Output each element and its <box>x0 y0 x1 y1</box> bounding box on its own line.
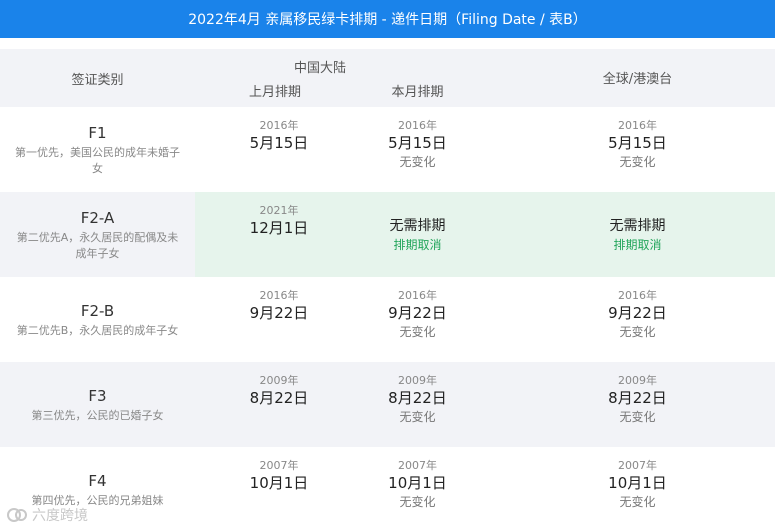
change-note: 无变化 <box>399 325 436 339</box>
category-cell: F2-A 第二优先A，永久居民的配偶及未成年子女 <box>0 192 195 277</box>
year: 2021年 <box>259 204 299 217</box>
watermark-text: 六度跨境 <box>32 508 88 524</box>
category-description: 第二优先A，永久居民的配偶及未成年子女 <box>16 230 179 260</box>
change-note: 无变化 <box>399 495 436 509</box>
year: 2007年 <box>259 459 299 472</box>
category-cell: F1 第一优先，美国公民的成年未婚子女 <box>0 107 195 192</box>
year: 2016年 <box>618 289 657 302</box>
year: 2009年 <box>618 374 657 387</box>
logo-icon <box>6 507 28 523</box>
this-month-cell: 2016年 9月22日 无变化 <box>355 277 480 362</box>
this-month-cell: 2016年 5月15日 无变化 <box>355 107 480 192</box>
month-day: 9月22日 <box>388 304 447 322</box>
table-header: 签证类别 中国大陆 上月排期 本月排期 全球/港澳台 <box>0 49 775 107</box>
year: 2007年 <box>618 459 657 472</box>
category-cell: F3 第三优先，公民的已婚子女 <box>0 362 195 447</box>
month-day: 8月22日 <box>388 389 447 407</box>
watermark: 六度跨境 <box>6 505 88 525</box>
change-note: 无变化 <box>619 495 656 509</box>
year: 2009年 <box>259 374 299 387</box>
category-name: F2-A <box>80 208 115 227</box>
last-month-cell: 2021年 12月1日 <box>195 192 363 277</box>
this-month-cell: 2007年 10月1日 无变化 <box>355 447 480 530</box>
category-name: F3 <box>88 386 107 405</box>
year: 2016年 <box>259 289 299 302</box>
global-cell: 2007年 10月1日 无变化 <box>480 447 775 530</box>
year: 2016年 <box>618 119 657 132</box>
change-note: 无变化 <box>399 410 436 424</box>
last-month-cell: 2009年 8月22日 <box>195 362 363 447</box>
global-cell: 2016年 5月15日 无变化 <box>480 107 775 192</box>
backlog-cancelled-text: 排期取消 <box>393 237 442 252</box>
year: 2016年 <box>398 289 437 302</box>
table-row: F2-B 第二优先B，永久居民的成年子女 2016年 9月22日 2016年 9… <box>0 277 775 362</box>
change-note: 无变化 <box>399 155 436 169</box>
month-day: 5月15日 <box>608 134 667 152</box>
year: 2016年 <box>398 119 437 132</box>
category-description: 第一优先，美国公民的成年未婚子女 <box>15 145 180 175</box>
month-day: 9月22日 <box>249 304 309 322</box>
category-description: 第三优先，公民的已婚子女 <box>31 408 164 422</box>
month-day: 10月1日 <box>388 474 447 492</box>
year: 2016年 <box>259 119 299 132</box>
category-name: F4 <box>88 471 107 490</box>
table-row: F3 第三优先，公民的已婚子女 2009年 8月22日 2009年 8月22日 … <box>0 362 775 447</box>
month-day: 12月1日 <box>249 219 309 237</box>
month-day: 10月1日 <box>249 474 309 492</box>
last-month-cell: 2016年 9月22日 <box>195 277 363 362</box>
category-description: 第二优先B，永久居民的成年子女 <box>16 323 179 337</box>
page-title: 2022年4月 亲属移民绿卡排期 - 递件日期（Filing Date / 表B… <box>0 0 775 38</box>
last-month-header: 上月排期 <box>248 85 301 100</box>
global-header: 全球/港澳台 <box>602 72 673 87</box>
month-day: 5月15日 <box>388 134 447 152</box>
last-month-cell: 2016年 5月15日 <box>195 107 363 192</box>
category-header: 签证类别 <box>71 72 124 88</box>
month-day: 8月22日 <box>249 389 309 407</box>
table-row: F1 第一优先，美国公民的成年未婚子女 2016年 5月15日 2016年 5月… <box>0 107 775 192</box>
year: 2007年 <box>398 459 437 472</box>
table-row: F4 第四优先，公民的兄弟姐妹 2007年 10月1日 2007年 10月1日 … <box>0 447 775 530</box>
category-name: F2-B <box>80 301 115 320</box>
change-note: 无变化 <box>619 325 656 339</box>
change-note: 无变化 <box>619 410 656 424</box>
backlog-cancelled-text: 排期取消 <box>613 237 662 252</box>
no-backlog-text: 无需排期 <box>609 217 666 234</box>
table-row: F2-A 第二优先A，永久居民的配偶及未成年子女 2021年 12月1日 无需排… <box>0 192 775 277</box>
this-month-cell: 无需排期 排期取消 <box>355 192 480 277</box>
month-day: 9月22日 <box>608 304 667 322</box>
no-backlog-text: 无需排期 <box>389 217 446 234</box>
month-day: 10月1日 <box>608 474 667 492</box>
month-day: 5月15日 <box>249 134 309 152</box>
mainland-header: 中国大陆 <box>293 61 346 76</box>
year: 2009年 <box>398 374 437 387</box>
category-name: F1 <box>88 123 107 142</box>
global-cell: 无需排期 排期取消 <box>480 192 775 277</box>
month-day: 8月22日 <box>608 389 667 407</box>
last-month-cell: 2007年 10月1日 <box>195 447 363 530</box>
category-cell: F2-B 第二优先B，永久居民的成年子女 <box>0 277 195 362</box>
change-note: 无变化 <box>619 155 656 169</box>
global-cell: 2016年 9月22日 无变化 <box>480 277 775 362</box>
global-cell: 2009年 8月22日 无变化 <box>480 362 775 447</box>
this-month-header: 本月排期 <box>391 85 444 100</box>
this-month-cell: 2009年 8月22日 无变化 <box>355 362 480 447</box>
